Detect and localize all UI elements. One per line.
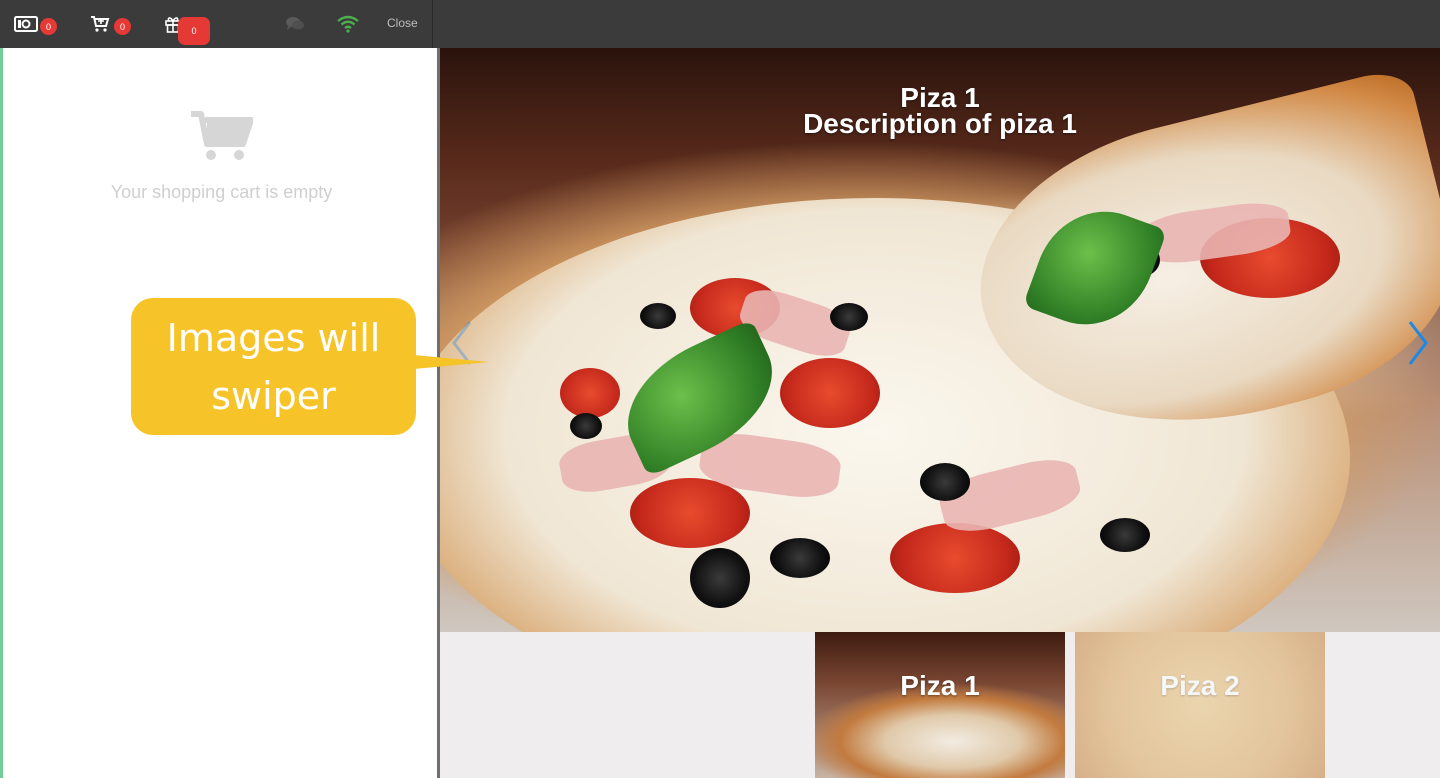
gift-badge: 0	[178, 17, 210, 45]
callout-pointer	[414, 355, 489, 369]
top-bar-left: 0 0 0 Close	[0, 0, 433, 48]
callout-bubble: Images will swiper	[131, 298, 416, 435]
cart-button[interactable]: 0	[90, 12, 131, 36]
chat-icon	[286, 17, 304, 30]
top-bar: 0 0 0 Close	[0, 0, 1440, 48]
empty-cart: Your shopping cart is empty	[3, 110, 440, 203]
wallet-button[interactable]: 0	[14, 12, 57, 36]
wifi-status	[337, 12, 359, 36]
thumbnail-label: Piza 1	[900, 670, 980, 701]
thumbnail-label: Piza 2	[1160, 670, 1240, 701]
olive-topping	[1100, 518, 1150, 552]
chat-button[interactable]	[285, 12, 305, 36]
tomato-topping	[630, 478, 750, 548]
callout-line-2: swiper	[211, 373, 336, 418]
tomato-topping	[890, 523, 1020, 593]
money-icon	[14, 16, 38, 32]
chevron-right-icon	[1408, 321, 1428, 365]
wallet-badge: 0	[40, 18, 57, 35]
olive-topping	[570, 413, 602, 439]
callout-text: Images will swiper	[167, 309, 381, 425]
tomato-topping	[780, 358, 880, 428]
thumbnail-piza-1[interactable]: Piza 1	[815, 632, 1065, 778]
close-button[interactable]: Close	[387, 16, 418, 30]
empty-cart-message: Your shopping cart is empty	[110, 182, 333, 202]
callout-line-1: Images will	[166, 315, 381, 360]
olive-topping	[770, 538, 830, 578]
olive-topping	[640, 303, 676, 329]
olive-topping	[920, 463, 970, 501]
thumbnail-strip: Piza 1 Piza 2	[440, 632, 1440, 778]
image-slider[interactable]: Piza 1 Description of piza 1	[440, 48, 1440, 632]
slide-description: Description of piza 1	[803, 108, 1077, 139]
olive-topping	[690, 548, 750, 608]
gift-button[interactable]: 0	[165, 12, 210, 45]
cart-add-icon	[91, 16, 110, 32]
slider-next-button[interactable]	[1402, 318, 1432, 368]
shopping-cart-icon	[190, 111, 254, 160]
thumbnail-piza-2[interactable]: Piza 2	[1075, 632, 1325, 778]
olive-topping	[830, 303, 868, 331]
cart-badge: 0	[114, 18, 131, 35]
wifi-icon	[337, 15, 359, 33]
tomato-topping	[560, 368, 620, 418]
